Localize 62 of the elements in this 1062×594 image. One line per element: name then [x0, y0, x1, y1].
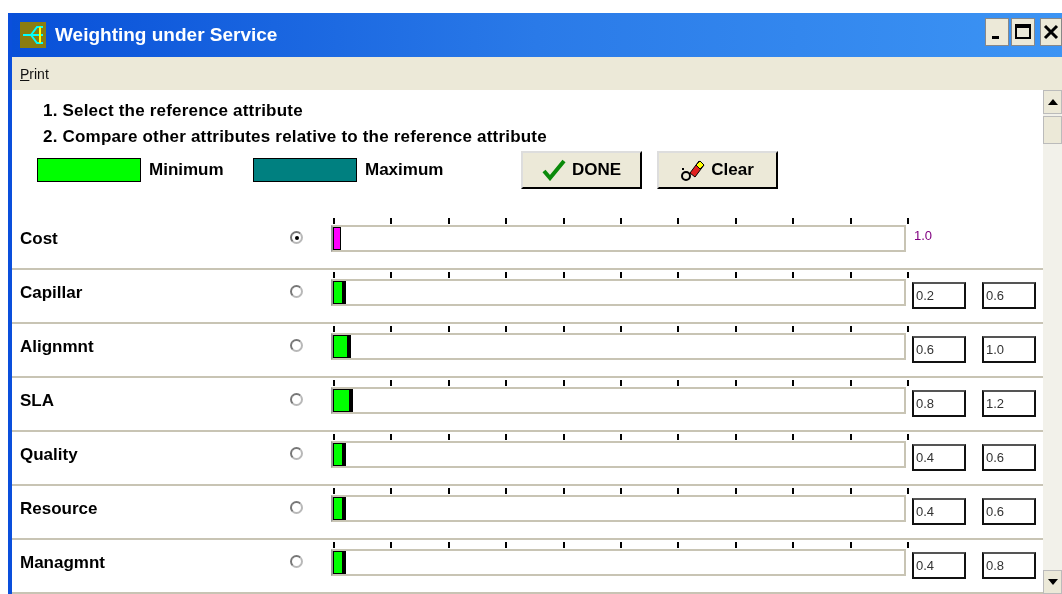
min-weight-field[interactable]: 0.4 [912, 444, 966, 471]
radio-button[interactable] [290, 285, 303, 298]
eraser-icon [681, 159, 706, 181]
radio-button[interactable] [290, 393, 303, 406]
attribute-label: Quality [19, 445, 79, 465]
slider-track[interactable] [331, 225, 906, 252]
tree-icon [20, 22, 46, 48]
slider-track[interactable] [331, 279, 906, 306]
min-weight-field[interactable]: 0.4 [912, 498, 966, 525]
slider-fill[interactable] [333, 443, 346, 466]
slider-fill[interactable] [333, 497, 346, 520]
legend-label: Minimum [149, 160, 225, 180]
legend-label: Maximum [365, 160, 445, 180]
slider-fill[interactable] [333, 551, 346, 574]
attribute-label: Alignmnt [19, 337, 95, 357]
slider-fill[interactable] [333, 227, 341, 250]
weight-value: 1.0 [914, 228, 933, 243]
radio-button[interactable] [290, 555, 303, 568]
slider-track[interactable] [331, 333, 906, 360]
max-weight-field[interactable]: 0.8 [982, 552, 1036, 579]
radio-button[interactable] [290, 231, 303, 244]
attribute-label: Resource [19, 499, 99, 519]
attribute-label: Managmnt [19, 553, 106, 573]
instruction-text: 2. Compare other attributes relative to the reference attribute [43, 126, 548, 148]
slider-track[interactable] [331, 387, 906, 414]
minimize-button[interactable] [985, 18, 1009, 46]
minimize-icon [991, 35, 999, 39]
min-weight-field[interactable]: 0.6 [912, 336, 966, 363]
done-button[interactable]: DONE [521, 151, 642, 189]
scroll-thumb[interactable] [1043, 116, 1062, 144]
check-icon [541, 159, 566, 181]
vertical-scrollbar[interactable] [1043, 90, 1062, 594]
instruction-text: 1. Select the reference attribute [43, 100, 304, 122]
slider-track[interactable] [331, 549, 906, 576]
attribute-label: SLA [19, 391, 55, 411]
scroll-down-button[interactable] [1043, 570, 1062, 594]
slider-fill[interactable] [333, 389, 353, 412]
slider-track[interactable] [331, 441, 906, 468]
min-weight-field[interactable]: 0.2 [912, 282, 966, 309]
max-weight-field[interactable]: 1.0 [982, 336, 1036, 363]
radio-button[interactable] [290, 447, 303, 460]
slider-fill[interactable] [333, 281, 346, 304]
scroll-up-button[interactable] [1043, 90, 1062, 114]
menu-item[interactable]: Print [20, 65, 49, 82]
window-title: Weighting under Service [55, 24, 279, 46]
attribute-label: Cost [19, 229, 59, 249]
max-weight-field[interactable]: 0.6 [982, 498, 1036, 525]
max-weight-field[interactable]: 0.6 [982, 282, 1036, 309]
clear-button[interactable]: Clear [657, 151, 778, 189]
up-arrow-icon [1047, 99, 1058, 105]
radio-button[interactable] [290, 339, 303, 352]
max-weight-field[interactable]: 1.2 [982, 390, 1036, 417]
slider-fill[interactable] [333, 335, 352, 358]
min-weight-field[interactable]: 0.8 [912, 390, 966, 417]
maximize-button[interactable] [1011, 18, 1035, 46]
attribute-label: Capillar [19, 283, 84, 303]
slider-track[interactable] [331, 495, 906, 522]
close-button[interactable] [1040, 18, 1062, 46]
radio-button[interactable] [290, 501, 303, 514]
max-weight-field[interactable]: 0.6 [982, 444, 1036, 471]
min-weight-field[interactable]: 0.4 [912, 552, 966, 579]
down-arrow-icon [1047, 579, 1058, 585]
